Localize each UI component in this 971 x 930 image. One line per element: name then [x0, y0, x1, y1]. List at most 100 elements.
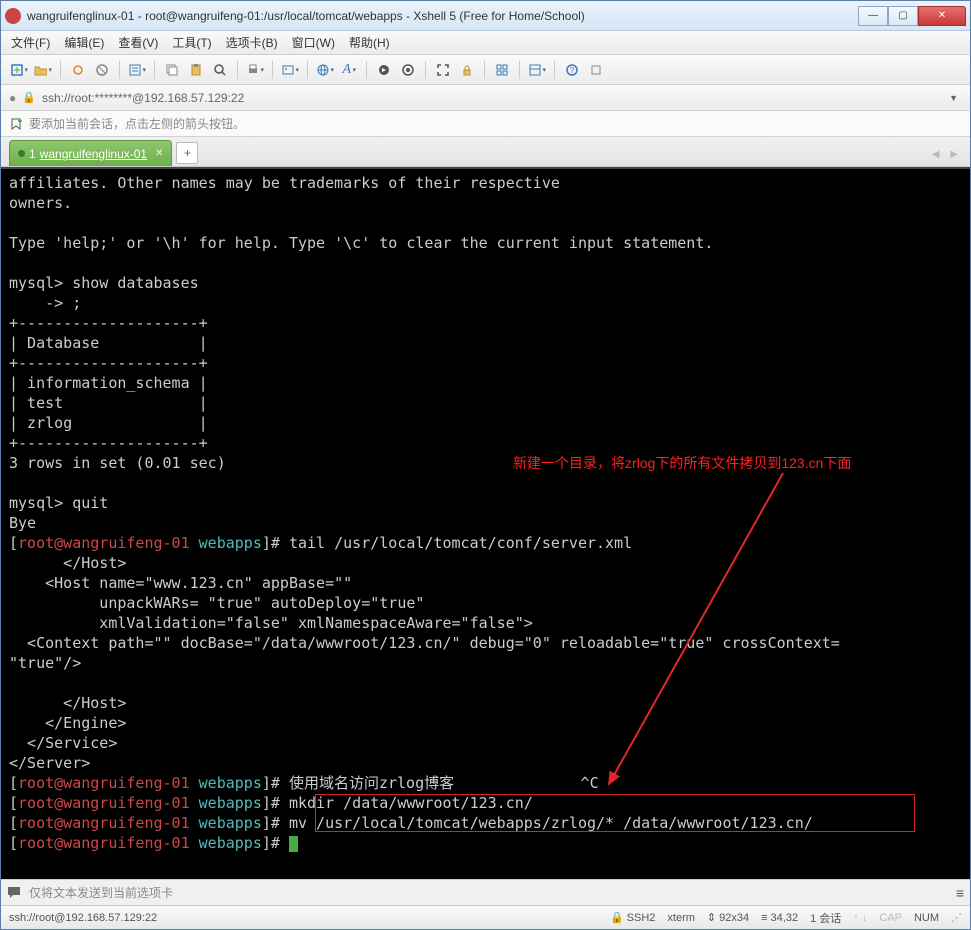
menu-view[interactable]: 查看(V)	[118, 34, 158, 51]
terminal-line: </Server>	[9, 754, 90, 772]
new-session-button[interactable]: ▾	[9, 60, 29, 80]
terminal-line: </Host>	[9, 694, 126, 712]
resize-grip-icon[interactable]: ⋰	[951, 911, 962, 924]
paste-button[interactable]	[186, 60, 206, 80]
hint-bar: 要添加当前会话，点击左侧的箭头按钮。	[1, 111, 970, 137]
menubar: 文件(F) 编辑(E) 查看(V) 工具(T) 选项卡(B) 窗口(W) 帮助(…	[1, 31, 970, 55]
disconnect-button[interactable]	[92, 60, 112, 80]
prompt-dir: webapps	[199, 774, 262, 792]
terminal-line: </Host>	[9, 554, 126, 572]
terminal[interactable]: affiliates. Other names may be trademark…	[1, 167, 970, 879]
status-size: ⇕ 92x34	[707, 911, 749, 924]
status-conn: ssh://root@192.168.57.129:22	[9, 912, 157, 924]
prompt-user: root@wangruifeng-01	[18, 814, 190, 832]
bullet-icon: ●	[9, 91, 16, 105]
terminal-line: +--------------------+	[9, 434, 208, 452]
send-bar: 仅将文本发送到当前选项卡 ≡	[1, 879, 970, 905]
terminal-line: -> ;	[9, 294, 81, 312]
window-titlebar: wangruifenglinux-01 - root@wangruifeng-0…	[1, 1, 970, 31]
menu-tools[interactable]: 工具(T)	[172, 34, 211, 51]
terminal-line: Bye	[9, 514, 36, 532]
terminal-line: 3 rows in set (0.01 sec)	[9, 454, 226, 472]
prompt-dir: webapps	[199, 794, 262, 812]
find-button[interactable]	[210, 60, 230, 80]
help-button[interactable]: ?	[562, 60, 582, 80]
session-button[interactable]: ▾	[280, 60, 300, 80]
globe-button[interactable]: ▾	[315, 60, 335, 80]
terminal-line: unpackWARs= "true" autoDeploy="true"	[9, 594, 424, 612]
tile-button[interactable]	[492, 60, 512, 80]
bookmark-add-icon[interactable]	[9, 117, 23, 131]
session-tab[interactable]: 1 wangruifenglinux-01 ✕	[9, 140, 172, 166]
terminal-cmd: mv /usr/local/tomcat/webapps/zrlog/* /da…	[289, 814, 813, 832]
menu-tabs[interactable]: 选项卡(B)	[226, 34, 278, 51]
lock-button[interactable]	[457, 60, 477, 80]
status-proto: 🔒SSH2	[610, 911, 655, 924]
terminal-line: <Context path="" docBase="/data/wwwroot/…	[9, 634, 840, 652]
status-term: xterm	[667, 912, 695, 924]
status-caps: CAP	[879, 912, 902, 924]
terminal-line: <Host name="www.123.cn" appBase=""	[9, 574, 352, 592]
status-num: NUM	[914, 912, 939, 924]
status-updown-icon: ↑ ↓	[853, 912, 867, 924]
terminal-line: +--------------------+	[9, 314, 208, 332]
fullscreen-button[interactable]	[433, 60, 453, 80]
send-text[interactable]: 仅将文本发送到当前选项卡	[29, 884, 950, 901]
status-bar: ssh://root@192.168.57.129:22 🔒SSH2 xterm…	[1, 905, 970, 929]
prompt-user: root@wangruifeng-01	[18, 774, 190, 792]
url-dropdown-button[interactable]: ▼	[945, 93, 962, 103]
terminal-line: </Engine>	[9, 714, 126, 732]
script-button[interactable]	[374, 60, 394, 80]
prompt-dir: webapps	[199, 834, 262, 852]
reconnect-button[interactable]	[68, 60, 88, 80]
svg-text:?: ?	[570, 66, 575, 75]
terminal-line: | zrlog |	[9, 414, 208, 432]
prompt-dir: webapps	[199, 814, 262, 832]
send-icon[interactable]	[7, 885, 23, 901]
font-button[interactable]: A▾	[339, 60, 359, 80]
status-sessions: 1 会话	[810, 910, 841, 926]
maximize-button[interactable]: ▢	[888, 6, 918, 26]
prompt-user: root@wangruifeng-01	[18, 534, 190, 552]
app-icon	[5, 8, 21, 24]
terminal-line: mysql> quit	[9, 494, 108, 512]
new-tab-button[interactable]: +	[176, 142, 198, 164]
terminal-cmd: tail /usr/local/tomcat/conf/server.xml	[289, 534, 632, 552]
terminal-line: Type 'help;' or '\h' for help. Type '\c'…	[9, 234, 713, 252]
tab-label: wangruifenglinux-01	[40, 147, 147, 161]
terminal-line: | Database |	[9, 334, 208, 352]
terminal-cmd: mkdir /data/wwwroot/123.cn/	[289, 794, 533, 812]
keymap-button[interactable]	[398, 60, 418, 80]
terminal-cmd: 使用域名访问zrlog博客 ^C	[289, 774, 599, 792]
minimize-button[interactable]: —	[858, 6, 888, 26]
tab-nav-arrows[interactable]: ◀ ▶	[932, 149, 962, 160]
open-button[interactable]: ▾	[33, 60, 53, 80]
connection-url[interactable]: ssh://root:********@192.168.57.129:22	[42, 91, 939, 105]
about-button[interactable]	[586, 60, 606, 80]
cursor	[289, 836, 298, 852]
properties-button[interactable]: ▾	[127, 60, 147, 80]
terminal-line: </Service>	[9, 734, 117, 752]
close-button[interactable]: ✕	[918, 6, 966, 26]
hint-text: 要添加当前会话，点击左侧的箭头按钮。	[29, 115, 245, 132]
send-menu-icon[interactable]: ≡	[956, 885, 964, 901]
terminal-line: affiliates. Other names may be trademark…	[9, 174, 560, 192]
address-bar: ● 🔒 ssh://root:********@192.168.57.129:2…	[1, 85, 970, 111]
menu-window[interactable]: 窗口(W)	[292, 34, 335, 51]
layout-button[interactable]: ▾	[527, 60, 547, 80]
tab-close-icon[interactable]: ✕	[155, 148, 163, 159]
print-button[interactable]: ▾	[245, 60, 265, 80]
prompt-user: root@wangruifeng-01	[18, 794, 190, 812]
terminal-line: "true"/>	[9, 654, 81, 672]
terminal-line: | test |	[9, 394, 208, 412]
lock-icon: 🔒	[610, 911, 624, 924]
menu-edit[interactable]: 编辑(E)	[64, 34, 104, 51]
menu-help[interactable]: 帮助(H)	[349, 34, 390, 51]
copy-button[interactable]	[162, 60, 182, 80]
terminal-line: mysql> show databases	[9, 274, 199, 292]
menu-file[interactable]: 文件(F)	[11, 34, 50, 51]
terminal-line: | information_schema |	[9, 374, 208, 392]
prompt-user: root@wangruifeng-01	[18, 834, 190, 852]
window-title: wangruifenglinux-01 - root@wangruifeng-0…	[27, 9, 858, 23]
toolbar: ▾ ▾ ▾ ▾ ▾ ▾ A▾ ▾ ?	[1, 55, 970, 85]
